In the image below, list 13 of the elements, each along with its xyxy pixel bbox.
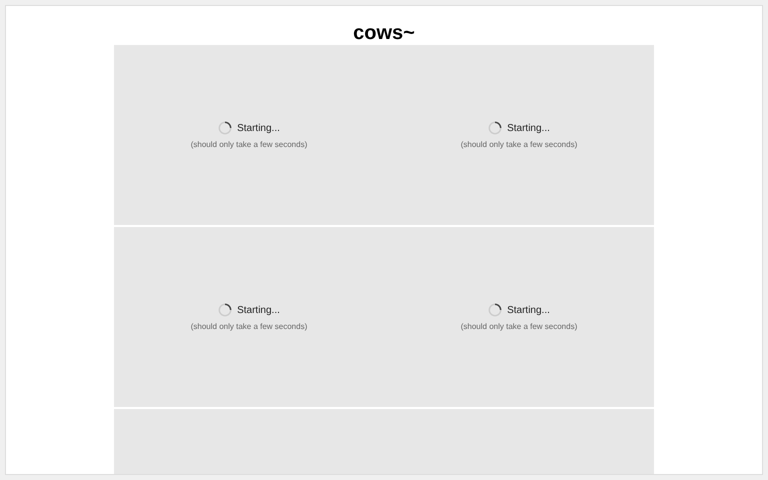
status-text: Starting...	[507, 304, 550, 316]
status-text: Starting...	[237, 304, 280, 316]
spinner-icon	[488, 121, 502, 135]
status-note: (should only take a few seconds)	[190, 322, 308, 331]
page-title: cows~	[353, 21, 415, 45]
status-note: (should only take a few seconds)	[190, 140, 308, 149]
spinner-icon	[218, 303, 232, 317]
spinner-icon	[488, 303, 502, 317]
status-text: Starting...	[507, 122, 550, 134]
spinner-icon	[218, 121, 232, 135]
status-note: (should only take a few seconds)	[460, 140, 578, 149]
status-text: Starting...	[237, 122, 280, 134]
status-note: (should only take a few seconds)	[460, 322, 578, 331]
